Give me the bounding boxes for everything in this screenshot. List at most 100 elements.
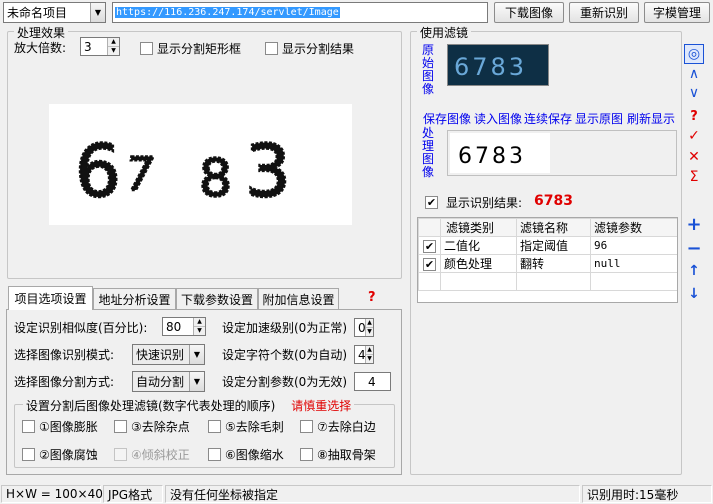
- spin-up-icon[interactable]: ▲: [194, 318, 205, 326]
- zoom-value: 3: [84, 39, 92, 54]
- status-time: 识别用时:15毫秒: [582, 485, 712, 503]
- load-image-link[interactable]: 读入图像: [474, 110, 522, 127]
- checkbox-box[interactable]: [208, 420, 221, 433]
- post-filter-title: 设置分割后图像处理滤镜(数字代表处理的顺序): [26, 399, 276, 413]
- url-input-value: https://116.236.247.174/servlet/Image: [115, 7, 340, 18]
- checkbox-box[interactable]: [208, 448, 221, 461]
- download-image-button[interactable]: 下载图像: [494, 2, 564, 23]
- filter-param-cell: 96: [590, 236, 677, 255]
- tab-address-analysis[interactable]: 地址分析设置: [93, 288, 176, 309]
- check-icon[interactable]: ✓: [684, 128, 704, 144]
- add-filter-icon[interactable]: +: [684, 214, 704, 235]
- scroll-down-icon[interactable]: ∨: [684, 85, 704, 101]
- spin-down-icon[interactable]: ▼: [366, 327, 373, 336]
- spin-down-icon[interactable]: ▼: [366, 354, 373, 363]
- similarity-stepper[interactable]: 80 ▲ ▼: [162, 317, 206, 336]
- help-icon[interactable]: ?: [368, 290, 376, 305]
- similarity-value: 80: [166, 319, 182, 334]
- target-button[interactable]: ◎: [684, 44, 704, 64]
- filter-check-label: ②图像腐蚀: [39, 448, 98, 462]
- filter-deburr-checkbox[interactable]: ⑤去除毛刺: [208, 418, 284, 435]
- speed-label: 设定加速级别(0为正常): [222, 321, 347, 335]
- checkbox-box[interactable]: [140, 42, 153, 55]
- filter-dilate-checkbox[interactable]: ①图像膨胀: [22, 418, 98, 435]
- row-checkbox[interactable]: ✔: [423, 257, 436, 271]
- tab-project-options[interactable]: 项目选项设置: [8, 286, 93, 310]
- status-image-size: H×W = 100×40: [1, 485, 103, 503]
- table-header[interactable]: 滤镜参数: [590, 218, 677, 237]
- spin-up-icon[interactable]: ▲: [366, 319, 373, 327]
- checkbox-box[interactable]: [114, 420, 127, 433]
- tab-extra-info[interactable]: 附加信息设置: [258, 288, 339, 309]
- move-down-icon[interactable]: ↓: [684, 286, 704, 302]
- show-split-result-checkbox[interactable]: 显示分割结果: [265, 40, 354, 57]
- chevron-down-icon[interactable]: ▼: [189, 345, 204, 364]
- original-digits: 6783: [454, 53, 527, 81]
- processed-image-label: 处理图像: [421, 126, 434, 179]
- table-header-row: 滤镜类别 滤镜名称 滤镜参数: [418, 218, 677, 237]
- move-up-icon[interactable]: ↑: [684, 263, 704, 279]
- help-icon[interactable]: ?: [684, 109, 704, 124]
- spin-up-icon[interactable]: ▲: [366, 346, 373, 354]
- filter-check-label: ④倾斜校正: [131, 448, 190, 462]
- checkbox-box[interactable]: [300, 448, 313, 461]
- status-format-text: JPG格式: [108, 487, 153, 502]
- tab-download-params[interactable]: 下载参数设置: [176, 288, 258, 309]
- row-checkbox[interactable]: ✔: [423, 239, 436, 253]
- post-filter-group-title: 设置分割后图像处理滤镜(数字代表处理的顺序) 请慎重选择: [23, 397, 355, 414]
- checkbox-box[interactable]: ✔: [425, 196, 438, 209]
- spin-down-icon[interactable]: ▼: [194, 326, 205, 335]
- split-param-input[interactable]: 4: [354, 372, 391, 391]
- refresh-display-link[interactable]: 刷新显示: [627, 110, 675, 127]
- show-rect-checkbox[interactable]: 显示分割矩形框: [140, 40, 241, 57]
- charset-manage-button[interactable]: 字模管理: [644, 2, 710, 23]
- speed-stepper[interactable]: 0 ▲ ▼: [354, 318, 374, 337]
- show-split-result-label: 显示分割结果: [282, 42, 355, 56]
- url-input[interactable]: https://116.236.247.174/servlet/Image: [112, 2, 488, 23]
- filter-erode-checkbox[interactable]: ②图像腐蚀: [22, 446, 98, 463]
- checkbox-box[interactable]: [300, 420, 313, 433]
- checkbox-box[interactable]: [22, 448, 35, 461]
- filter-param-cell: null: [590, 254, 677, 273]
- checkbox-box[interactable]: [265, 42, 278, 55]
- table-row[interactable]: ✔ 二值化 指定阈值 96: [418, 236, 677, 255]
- processed-digits: 6783: [458, 144, 526, 169]
- zoom-stepper[interactable]: 3 ▲ ▼: [80, 37, 120, 56]
- remove-filter-icon[interactable]: −: [684, 238, 704, 259]
- table-row[interactable]: ✔ 颜色处理 翻转 null: [418, 254, 677, 273]
- preview-digit-2: 7: [121, 147, 158, 201]
- spin-up-icon[interactable]: ▲: [108, 38, 119, 46]
- char-count-stepper[interactable]: 4 ▲ ▼: [354, 345, 374, 364]
- status-time-text: 识别用时:15毫秒: [587, 487, 679, 502]
- filter-name-cell: 翻转: [516, 254, 591, 273]
- checkbox-box[interactable]: [22, 420, 35, 433]
- chevron-down-icon[interactable]: ▼: [90, 3, 105, 22]
- status-image-format: JPG格式: [103, 485, 163, 503]
- filter-trim-border-checkbox[interactable]: ⑦去除白边: [300, 418, 376, 435]
- mode-select-value: 快速识别: [136, 348, 185, 362]
- save-image-link[interactable]: 保存图像: [423, 110, 471, 127]
- mode-select[interactable]: 快速识别 ▼: [132, 344, 205, 365]
- filter-skeleton-checkbox[interactable]: ⑧抽取骨架: [300, 446, 376, 463]
- reidentify-button[interactable]: 重新识别: [569, 2, 639, 23]
- filter-shrink-checkbox[interactable]: ⑥图像缩水: [208, 446, 284, 463]
- table-header[interactable]: 滤镜名称: [516, 218, 591, 237]
- char-count-label: 设定字符个数(0为自动): [222, 348, 347, 362]
- project-select[interactable]: 未命名项目 ▼: [3, 2, 106, 23]
- show-original-link[interactable]: 显示原图: [575, 110, 623, 127]
- spin-down-icon[interactable]: ▼: [108, 46, 119, 55]
- sigma-icon[interactable]: Σ: [684, 169, 704, 185]
- table-header[interactable]: 滤镜类别: [440, 218, 517, 237]
- post-filter-hint: 请慎重选择: [291, 399, 352, 413]
- filters-group-title: 使用滤镜: [417, 24, 472, 41]
- filter-denoise-checkbox[interactable]: ③去除杂点: [114, 418, 190, 435]
- filter-check-label: ①图像膨胀: [39, 420, 98, 434]
- status-coordinates: 没有任何坐标被指定: [165, 485, 580, 503]
- status-size-text: H×W = 100×40: [6, 487, 103, 501]
- split-mode-select[interactable]: 自动分割 ▼: [132, 371, 205, 392]
- scroll-up-icon[interactable]: ∧: [684, 66, 704, 82]
- close-icon[interactable]: ✕: [684, 149, 704, 165]
- continuous-save-link[interactable]: 连续保存: [524, 110, 572, 127]
- chevron-down-icon[interactable]: ▼: [189, 372, 204, 391]
- show-recognition-checkbox[interactable]: ✔ 显示识别结果:: [425, 194, 522, 211]
